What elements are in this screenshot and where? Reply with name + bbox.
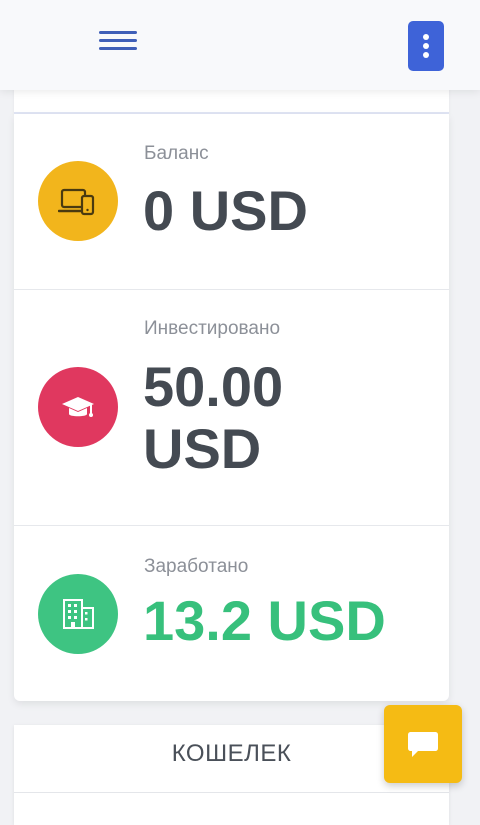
- stat-label: Баланс: [144, 143, 209, 164]
- menu-line: [99, 47, 137, 50]
- stat-label: Заработано: [144, 556, 249, 577]
- stat-row-balance: Баланс 0 USD: [14, 114, 449, 290]
- stat-label: Инвестировано: [144, 318, 281, 339]
- stat-value: 0 USD: [143, 179, 308, 242]
- account-stats-card: Баланс 0 USD Инвестировано 50.00 USD Зар…: [14, 114, 449, 701]
- hamburger-menu-icon[interactable]: [99, 28, 137, 54]
- divider: [14, 792, 449, 793]
- more-options-button[interactable]: [408, 21, 444, 71]
- stat-value: 13.2 USD: [143, 589, 386, 652]
- menu-line: [99, 31, 137, 34]
- vertical-dots-icon: [423, 34, 429, 40]
- stat-row-invested: Инвестировано 50.00 USD: [14, 290, 449, 526]
- chat-button[interactable]: [384, 705, 462, 783]
- laptop-phone-icon: [38, 161, 118, 241]
- graduation-cap-icon: [38, 367, 118, 447]
- top-app-bar: [0, 0, 480, 90]
- menu-line: [99, 39, 137, 42]
- chat-bubble-icon: [408, 732, 438, 757]
- building-icon: [38, 574, 118, 654]
- vertical-dots-icon-dot: [423, 43, 429, 49]
- vertical-dots-icon-dot: [423, 52, 429, 58]
- stat-value: 50.00 USD: [143, 355, 284, 480]
- stat-row-earned: Заработано 13.2 USD: [14, 526, 449, 701]
